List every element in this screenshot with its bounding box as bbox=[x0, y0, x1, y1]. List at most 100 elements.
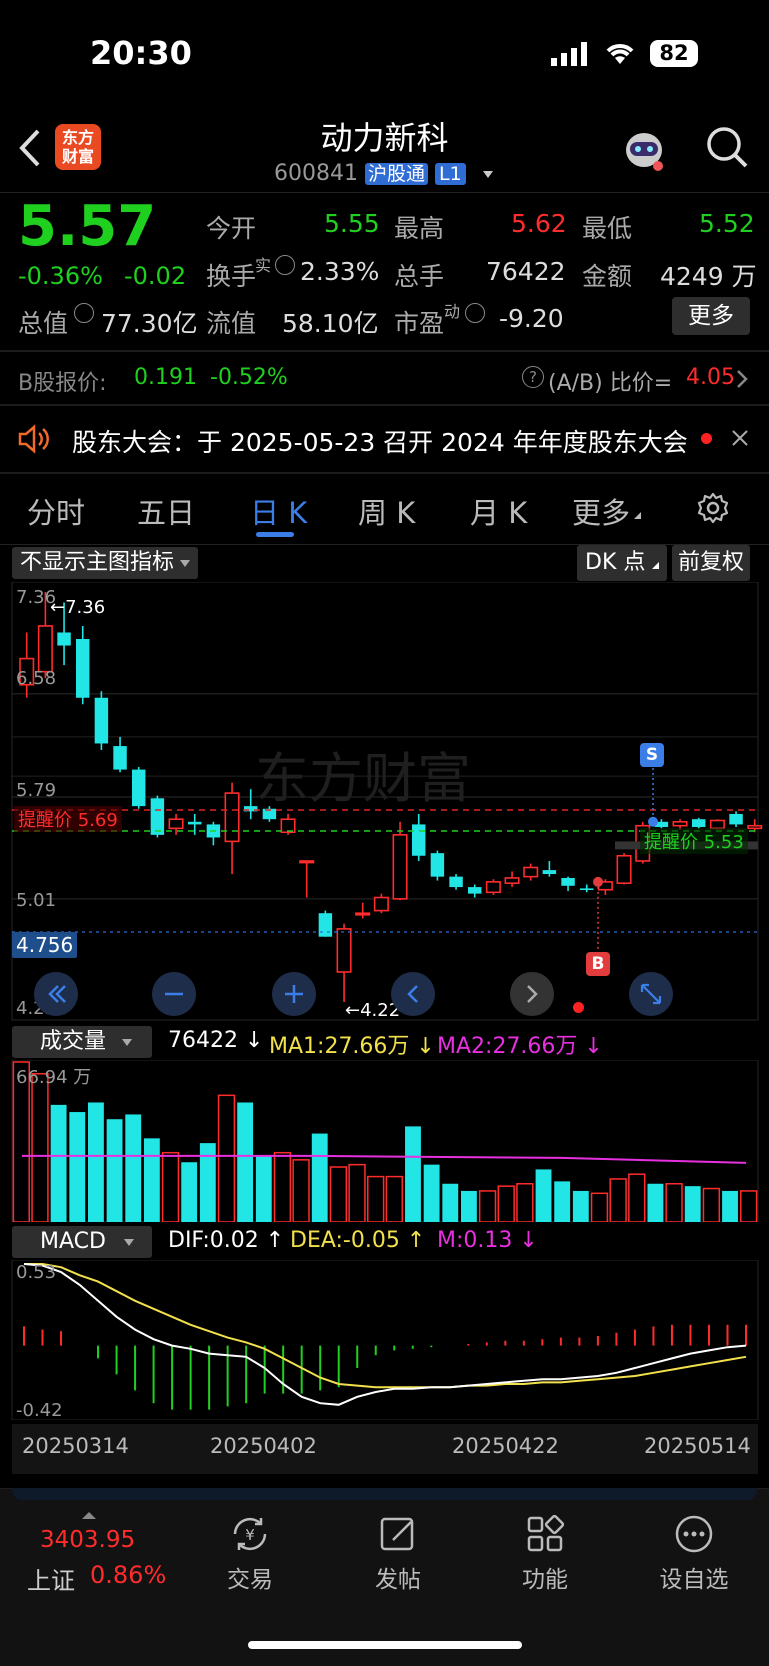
nav-add-watchlist-label: 设自选 bbox=[659, 1567, 729, 1593]
volume-bar bbox=[722, 1190, 738, 1222]
fullscreen-button[interactable] bbox=[629, 972, 673, 1016]
info-dots-icon[interactable] bbox=[74, 303, 94, 323]
volume-bar bbox=[366, 1175, 385, 1222]
info-dots-icon[interactable] bbox=[465, 303, 485, 323]
indicator-select[interactable]: 不显示主图指标 bbox=[12, 547, 199, 579]
nav-trade[interactable]: ¥ 交易 bbox=[190, 1514, 310, 1594]
dk-point-label: DK 点 bbox=[585, 550, 646, 575]
candle bbox=[580, 884, 594, 893]
nav-post-label: 发帖 bbox=[375, 1567, 421, 1593]
sell-signal-dot bbox=[648, 816, 658, 827]
tab-more-corner-icon bbox=[634, 512, 641, 519]
more-button[interactable]: 更多 bbox=[672, 297, 750, 335]
stock-code: 600841 bbox=[274, 161, 358, 186]
macd-dea-value: DEA:-0.05 bbox=[290, 1228, 400, 1253]
index-name: 上证 bbox=[27, 1567, 75, 1595]
candle bbox=[392, 821, 408, 901]
amount-value: 4249 万 bbox=[660, 262, 757, 291]
search-icon[interactable] bbox=[704, 124, 750, 174]
speaker-icon bbox=[18, 424, 52, 458]
volume-bar bbox=[405, 1126, 421, 1222]
date-label-1: 20250314 bbox=[22, 1434, 129, 1458]
volume-bar bbox=[572, 1190, 589, 1222]
sell-marker[interactable]: S bbox=[640, 743, 664, 767]
volume-label: 总手 bbox=[394, 262, 445, 291]
high-value: 5.62 bbox=[511, 209, 567, 238]
macd-m: M:0.13 ↓ bbox=[437, 1228, 538, 1253]
max-price-marker: ←7.36 bbox=[50, 597, 106, 618]
nav-functions[interactable]: 功能 bbox=[485, 1514, 605, 1594]
volume-bar bbox=[628, 1173, 646, 1222]
chevron-down-icon bbox=[180, 559, 191, 567]
nav-add-watchlist[interactable]: 设自选 bbox=[634, 1514, 754, 1594]
candle bbox=[336, 923, 352, 1002]
battery-level: 82 bbox=[659, 41, 689, 65]
notice-text[interactable]: 股东大会：于 2025-05-23 召开 2024 年年度股东大会 bbox=[72, 423, 688, 459]
open-label: 今开 bbox=[206, 214, 257, 243]
more-dots-icon bbox=[675, 1515, 713, 1553]
volume-bar bbox=[554, 1181, 571, 1222]
volume-select-label: 成交量 bbox=[40, 1029, 107, 1054]
float-cap-label: 流值 bbox=[206, 309, 257, 338]
macd-indicator-select[interactable]: MACD bbox=[12, 1226, 152, 1258]
robot-assistant-icon[interactable] bbox=[620, 128, 668, 176]
info-dots-icon[interactable] bbox=[275, 255, 295, 275]
candle bbox=[355, 902, 371, 919]
tab-daily-k[interactable]: 日 K bbox=[250, 490, 307, 532]
close-icon[interactable] bbox=[731, 429, 749, 451]
tab-active-indicator bbox=[256, 532, 294, 537]
volume-bar bbox=[217, 1094, 236, 1222]
crosshair-price-tag: 4.756 bbox=[12, 932, 78, 958]
green-alert-price-label: 提醒价 5.53 bbox=[640, 828, 748, 854]
nav-post[interactable]: 发帖 bbox=[338, 1514, 458, 1594]
macd-chart[interactable] bbox=[0, 1260, 769, 1420]
zoom-in-button[interactable] bbox=[272, 972, 316, 1016]
volume-bar bbox=[311, 1133, 328, 1222]
index-change: 0.86% bbox=[90, 1561, 167, 1589]
scroll-left-button[interactable] bbox=[391, 972, 435, 1016]
candle bbox=[373, 893, 389, 914]
macd-dif: DIF:0.02 ↑ bbox=[168, 1228, 285, 1253]
volume-current: 76422 ↓ bbox=[168, 1028, 264, 1053]
tab-intraday[interactable]: 分时 bbox=[27, 490, 85, 532]
index-value[interactable]: 3403.95 bbox=[40, 1527, 135, 1553]
candle bbox=[168, 813, 184, 835]
price-adjust-button[interactable]: 前复权 bbox=[672, 545, 751, 581]
buy-marker[interactable]: B bbox=[586, 952, 610, 976]
dk-point-button[interactable]: DK 点 bbox=[577, 545, 668, 581]
tab-weekly-k[interactable]: 周 K bbox=[358, 490, 415, 532]
candle bbox=[430, 850, 445, 881]
candle bbox=[485, 879, 501, 895]
ab-ratio-label: (A/B) 比价= bbox=[548, 371, 673, 396]
max-price-value: 7.36 bbox=[65, 597, 106, 618]
wifi-icon bbox=[603, 40, 637, 70]
candle bbox=[616, 853, 632, 885]
volume-bar bbox=[385, 1175, 404, 1222]
volume-indicator-select[interactable]: 成交量 bbox=[12, 1026, 152, 1058]
tab-monthly-k[interactable]: 月 K bbox=[470, 490, 527, 532]
chevron-right-icon[interactable] bbox=[736, 369, 748, 393]
price-label-4: 5.01 bbox=[16, 890, 57, 911]
volume-chart[interactable] bbox=[0, 1060, 769, 1222]
zoom-out-button[interactable] bbox=[152, 972, 196, 1016]
help-icon[interactable]: ? bbox=[522, 366, 544, 388]
scroll-right-button[interactable] bbox=[510, 972, 554, 1016]
signal-icon bbox=[551, 42, 587, 70]
scroll-start-button[interactable] bbox=[34, 972, 78, 1016]
status-time: 20:30 bbox=[90, 34, 192, 72]
tab-more[interactable]: 更多 bbox=[572, 490, 630, 532]
date-label-4: 20250514 bbox=[644, 1434, 751, 1458]
dropdown-icon[interactable] bbox=[482, 170, 493, 178]
volume-bar bbox=[739, 1190, 758, 1222]
home-indicator bbox=[248, 1641, 522, 1649]
date-label-3: 20250422 bbox=[452, 1434, 559, 1458]
hgt-badge: 沪股通 bbox=[364, 163, 428, 185]
settings-gear-icon[interactable] bbox=[696, 491, 730, 529]
chevron-down-icon bbox=[123, 1238, 134, 1246]
index-expand-icon[interactable] bbox=[82, 1512, 96, 1519]
tab-five-day[interactable]: 五日 bbox=[137, 490, 195, 532]
kline-chart[interactable]: 东方财富 bbox=[0, 582, 769, 1022]
volume-ma2: MA2:27.66万 ↓ bbox=[437, 1034, 603, 1059]
svg-text:¥: ¥ bbox=[245, 1526, 255, 1544]
turnover-label: 换手 bbox=[206, 262, 257, 291]
